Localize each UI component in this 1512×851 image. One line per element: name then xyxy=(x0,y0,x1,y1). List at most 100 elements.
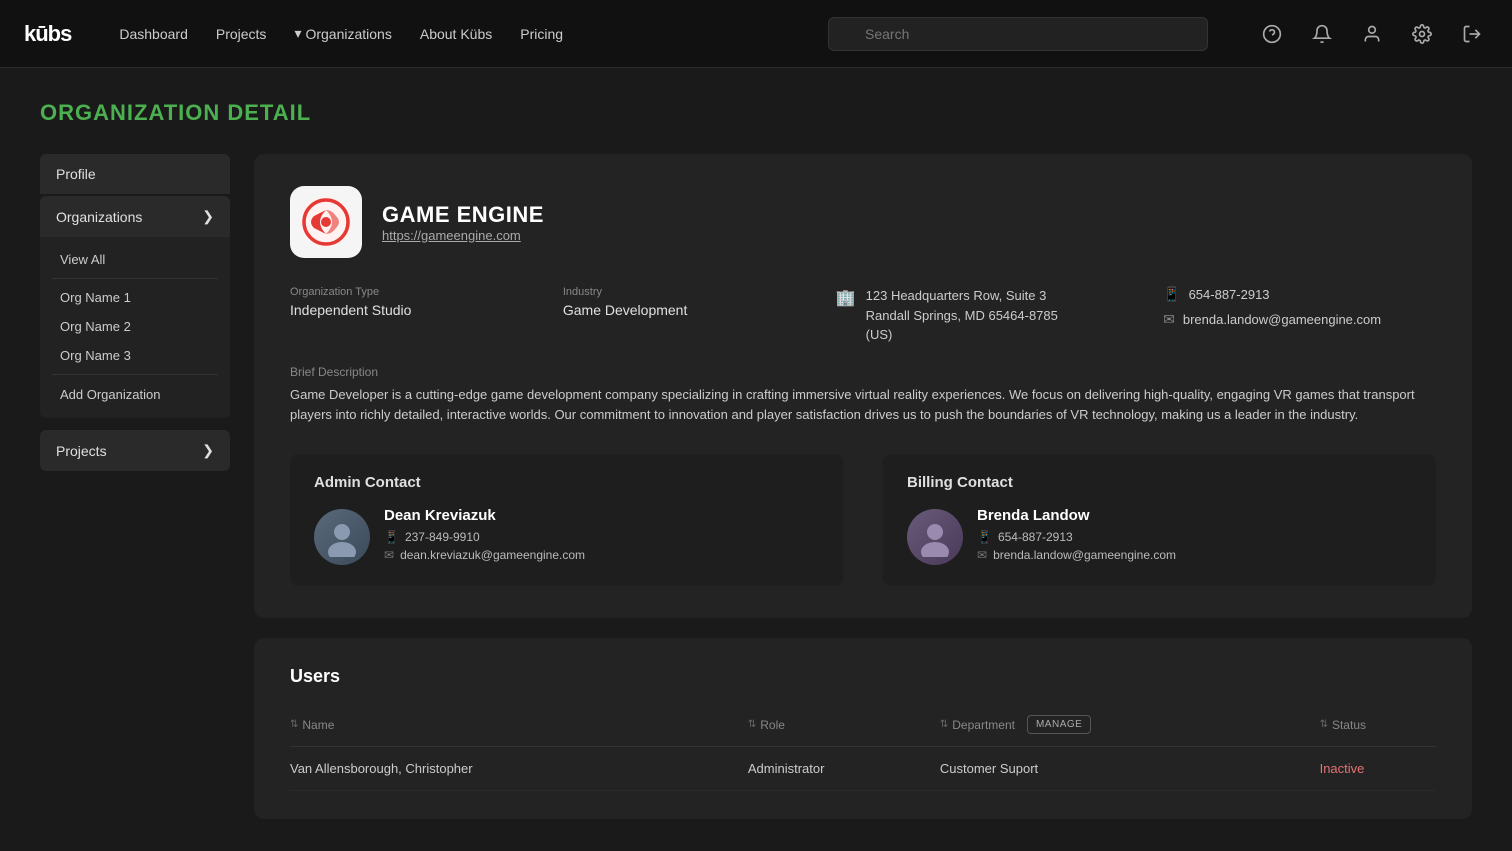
search-wrap: 🔍 xyxy=(828,17,1208,51)
org-logo xyxy=(290,186,362,258)
sidebar-item-projects[interactable]: Projects ❯ xyxy=(40,430,230,471)
mail-icon: ✉ xyxy=(384,548,394,562)
sidebar-orgs-header[interactable]: Organizations ❯ xyxy=(40,196,230,237)
settings-icon[interactable] xyxy=(1406,18,1438,50)
bell-icon[interactable] xyxy=(1306,18,1338,50)
nav-icon-group xyxy=(1256,18,1488,50)
org-header: GAME ENGINE https://gameengine.com xyxy=(290,186,1436,258)
org-phone-row: 📱 654-887-2913 xyxy=(1163,286,1436,303)
user-name: Van Allensborough, Christopher xyxy=(290,747,748,791)
user-role: Administrator xyxy=(748,747,940,791)
admin-contact-title: Admin Contact xyxy=(314,474,819,491)
billing-email: brenda.landow@gameengine.com xyxy=(993,548,1176,562)
billing-contact-name: Brenda Landow xyxy=(977,507,1176,524)
search-input[interactable] xyxy=(828,17,1208,51)
logo[interactable]: kūbs xyxy=(24,21,71,47)
help-icon[interactable] xyxy=(1256,18,1288,50)
admin-phone: 237-849-9910 xyxy=(405,530,480,544)
nav-links: Dashboard Projects ▾ Organizations About… xyxy=(119,25,796,42)
user-department: Customer Suport xyxy=(940,747,1320,791)
users-title: Users xyxy=(290,666,1436,687)
admin-email: dean.kreviazuk@gameengine.com xyxy=(400,548,585,562)
logo-text: kūbs xyxy=(24,21,71,47)
nav-pricing[interactable]: Pricing xyxy=(520,26,563,42)
page-container: ORGANIZATION DETAIL Profile Organization… xyxy=(0,68,1512,851)
col-role[interactable]: ⇅ Role xyxy=(748,707,940,747)
sidebar-orgs-submenu: View All Org Name 1 Org Name 2 Org Name … xyxy=(40,237,230,418)
org-desc-section: Brief Description Game Developer is a cu… xyxy=(290,365,1436,427)
nav-dashboard[interactable]: Dashboard xyxy=(119,26,188,42)
phone-icon: 📱 xyxy=(977,530,992,544)
col-department[interactable]: ⇅ Department MANAGE xyxy=(940,707,1320,747)
billing-phone: 654-887-2913 xyxy=(998,530,1073,544)
sidebar-add-org[interactable]: Add Organization xyxy=(40,379,230,410)
billing-email-row: ✉ brenda.landow@gameengine.com xyxy=(977,548,1176,562)
billing-contact-card: Billing Contact Brenda Landow xyxy=(883,454,1436,586)
org-industry-col: Industry Game Development xyxy=(563,286,836,318)
sidebar-view-all[interactable]: View All xyxy=(40,245,230,274)
org-email: brenda.landow@gameengine.com xyxy=(1183,312,1381,327)
sort-icon: ⇅ xyxy=(748,719,756,730)
nav-about[interactable]: About Kübs xyxy=(420,26,492,42)
sidebar-org-2[interactable]: Org Name 2 xyxy=(40,312,230,341)
contacts-section: Admin Contact Dean Kreviazuk xyxy=(290,454,1436,586)
user-icon[interactable] xyxy=(1356,18,1388,50)
sort-icon: ⇅ xyxy=(940,719,948,730)
sidebar-org-3[interactable]: Org Name 3 xyxy=(40,341,230,370)
col-name[interactable]: ⇅ Name xyxy=(290,707,748,747)
org-type-label: Organization Type xyxy=(290,286,563,298)
admin-email-row: ✉ dean.kreviazuk@gameengine.com xyxy=(384,548,585,562)
mail-icon: ✉ xyxy=(977,548,987,562)
admin-phone-row: 📱 237-849-9910 xyxy=(384,530,585,544)
org-url[interactable]: https://gameengine.com xyxy=(382,228,544,243)
navbar: kūbs Dashboard Projects ▾ Organizations … xyxy=(0,0,1512,68)
logout-icon[interactable] xyxy=(1456,18,1488,50)
billing-contact-info: Brenda Landow 📱 654-887-2913 ✉ brenda.la… xyxy=(977,507,1176,566)
sidebar-divider-2 xyxy=(52,374,218,375)
org-contact-col: 📱 654-887-2913 ✉ brenda.landow@gameengin… xyxy=(1163,286,1436,328)
billing-contact-person: Brenda Landow 📱 654-887-2913 ✉ brenda.la… xyxy=(907,507,1412,566)
org-address-col: 🏢 123 Headquarters Row, Suite 3Randall S… xyxy=(836,286,1163,345)
admin-avatar xyxy=(314,509,370,565)
org-type-value: Independent Studio xyxy=(290,302,563,318)
sort-icon: ⇅ xyxy=(1320,719,1328,730)
page-title: ORGANIZATION DETAIL xyxy=(40,100,1472,126)
users-card: Users ⇅ Name ⇅ xyxy=(254,638,1472,819)
chevron-down-icon: ❯ xyxy=(202,442,214,459)
building-icon: 🏢 xyxy=(836,288,856,308)
main-content: GAME ENGINE https://gameengine.com Organ… xyxy=(254,154,1472,819)
chevron-down-icon: ❯ xyxy=(202,208,214,225)
org-industry-value: Game Development xyxy=(563,302,836,318)
billing-avatar xyxy=(907,509,963,565)
org-meta-row: Organization Type Independent Studio Ind… xyxy=(290,286,1436,345)
sidebar-org-1[interactable]: Org Name 1 xyxy=(40,283,230,312)
org-address: 123 Headquarters Row, Suite 3Randall Spr… xyxy=(866,286,1058,345)
nav-projects[interactable]: Projects xyxy=(216,26,267,42)
user-status: Inactive xyxy=(1320,747,1436,791)
col-status[interactable]: ⇅ Status xyxy=(1320,707,1436,747)
sidebar-divider xyxy=(52,278,218,279)
org-phone: 654-887-2913 xyxy=(1189,287,1270,302)
phone-icon: 📱 xyxy=(1163,286,1180,303)
admin-contact-name: Dean Kreviazuk xyxy=(384,507,585,524)
org-industry-label: Industry xyxy=(563,286,836,298)
users-table: ⇅ Name ⇅ Role xyxy=(290,707,1436,791)
org-card: GAME ENGINE https://gameengine.com Organ… xyxy=(254,154,1472,618)
manage-button[interactable]: MANAGE xyxy=(1027,715,1091,734)
sidebar-item-profile[interactable]: Profile xyxy=(40,154,230,194)
org-desc-label: Brief Description xyxy=(290,365,1436,379)
chevron-down-icon: ▾ xyxy=(294,25,301,42)
admin-contact-card: Admin Contact Dean Kreviazuk xyxy=(290,454,843,586)
nav-organizations[interactable]: ▾ Organizations xyxy=(294,25,391,42)
mail-icon: ✉ xyxy=(1163,311,1175,328)
sort-icon: ⇅ xyxy=(290,719,298,730)
admin-contact-person: Dean Kreviazuk 📱 237-849-9910 ✉ dean.kre… xyxy=(314,507,819,566)
billing-contact-title: Billing Contact xyxy=(907,474,1412,491)
sidebar: Profile Organizations ❯ View All Org Nam… xyxy=(40,154,230,819)
org-name: GAME ENGINE xyxy=(382,202,544,228)
org-name-block: GAME ENGINE https://gameengine.com xyxy=(382,202,544,243)
org-desc-text: Game Developer is a cutting-edge game de… xyxy=(290,385,1436,427)
content-layout: Profile Organizations ❯ View All Org Nam… xyxy=(40,154,1472,819)
admin-contact-info: Dean Kreviazuk 📱 237-849-9910 ✉ dean.kre… xyxy=(384,507,585,566)
billing-phone-row: 📱 654-887-2913 xyxy=(977,530,1176,544)
